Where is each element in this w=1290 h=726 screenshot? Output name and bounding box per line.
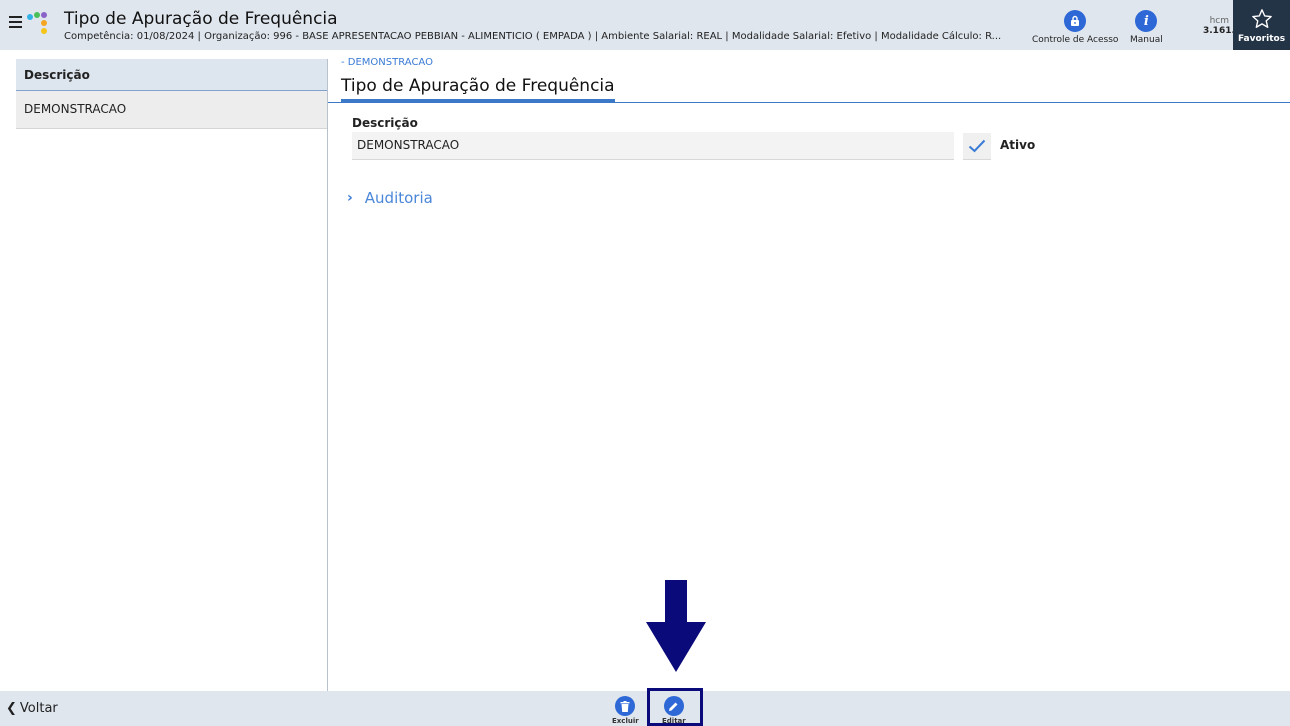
list-item-label: DEMONSTRACAO (24, 102, 127, 116)
check-icon (968, 139, 986, 153)
context-info: Competência: 01/08/2024 | Organização: 9… (64, 31, 1002, 42)
edit-highlight-box (647, 688, 703, 726)
back-label: Voltar (19, 701, 58, 716)
star-icon (1252, 9, 1272, 28)
favorites-button[interactable]: Favoritos (1233, 0, 1290, 50)
version-info: hcm 3.161.0 (1203, 16, 1242, 37)
version-number: 3.161.0 (1203, 26, 1242, 36)
back-button[interactable]: ❮ Voltar (6, 701, 58, 716)
delete-button[interactable]: Excluir (612, 696, 639, 725)
annotation-arrow-icon (646, 580, 706, 672)
delete-label: Excluir (612, 717, 639, 725)
app-title: Tipo de Apuração de Frequência (64, 9, 338, 29)
active-label: Ativo (1000, 138, 1036, 152)
audit-label: Auditoria (364, 189, 433, 207)
logo (27, 12, 53, 34)
manual-button[interactable]: i Manual (1130, 10, 1163, 45)
list-column-header[interactable]: Descrição (16, 59, 327, 91)
action-bar: ❮ Voltar Excluir Editar (0, 691, 1290, 726)
title-divider (328, 102, 1290, 103)
lock-icon (1064, 10, 1087, 32)
app-header: Tipo de Apuração de Frequência Competênc… (0, 0, 1290, 50)
manual-label: Manual (1130, 35, 1163, 45)
list-item[interactable]: DEMONSTRACAO (16, 91, 327, 129)
audit-section-toggle[interactable]: › Auditoria (347, 189, 433, 207)
version-app: hcm (1209, 16, 1229, 26)
page-title: Tipo de Apuração de Frequência (341, 76, 615, 102)
active-checkbox[interactable] (963, 133, 991, 160)
record-list: Descrição DEMONSTRACAO (16, 59, 328, 691)
description-field[interactable]: DEMONSTRACAO (352, 132, 954, 160)
chevron-left-icon: ❮ (6, 701, 17, 716)
info-icon: i (1135, 10, 1158, 32)
chevron-right-icon: › (347, 190, 353, 206)
access-control-label: Controle de Acesso (1032, 35, 1119, 45)
trash-icon (615, 696, 636, 716)
access-control-button[interactable]: Controle de Acesso (1032, 10, 1118, 45)
menu-icon[interactable] (9, 14, 23, 30)
description-label: Descrição (352, 116, 418, 130)
favorites-label: Favoritos (1237, 34, 1286, 44)
breadcrumb: - DEMONSTRACAO (341, 57, 433, 68)
